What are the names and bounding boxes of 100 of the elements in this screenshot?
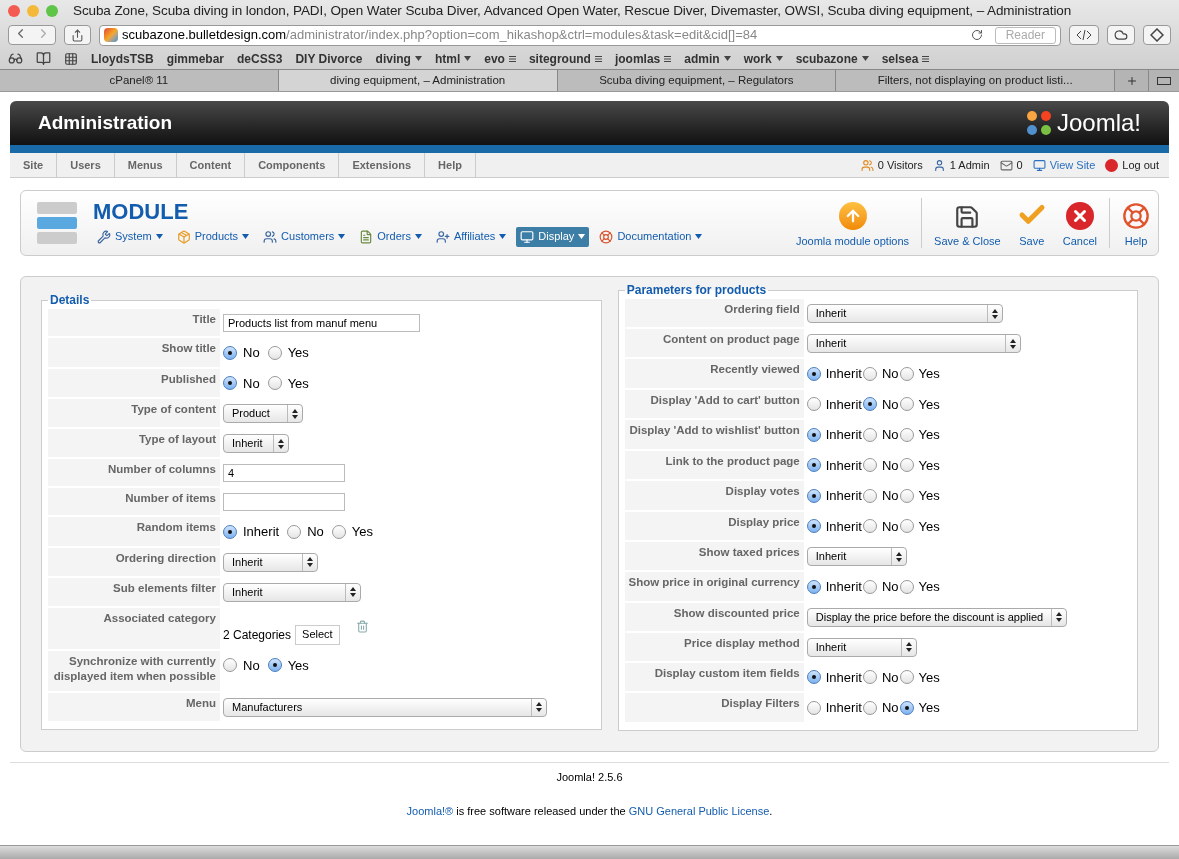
- bookmark-link[interactable]: work: [743, 49, 783, 68]
- browser-tab[interactable]: cPanel® 11: [0, 70, 279, 91]
- radio-button[interactable]: [899, 458, 914, 473]
- radio-button[interactable]: [899, 579, 914, 594]
- radio-button[interactable]: [899, 427, 914, 442]
- bookmark-link[interactable]: joomlas: [614, 49, 672, 68]
- radio-button[interactable]: [899, 366, 914, 381]
- toolbar-button[interactable]: Save & Close: [926, 197, 1009, 249]
- select-field[interactable]: Manufacturers: [223, 697, 547, 717]
- submenu-item[interactable]: Orders: [355, 226, 426, 247]
- select-field[interactable]: Inherit: [806, 304, 1003, 323]
- select-field[interactable]: Inherit: [223, 434, 289, 453]
- bookmarks-icon[interactable]: [36, 51, 51, 66]
- radio-button[interactable]: [862, 458, 877, 473]
- radio-button[interactable]: [267, 345, 282, 360]
- radio-button[interactable]: [862, 366, 877, 381]
- radio-button[interactable]: [862, 397, 877, 412]
- bookmark-link[interactable]: deCSS3: [237, 49, 283, 68]
- bookmark-link[interactable]: admin: [684, 49, 731, 68]
- submenu-item[interactable]: Affiliates: [431, 226, 511, 247]
- menu-item[interactable]: Extensions: [339, 153, 426, 177]
- select-field[interactable]: Inherit: [223, 552, 318, 572]
- select-field[interactable]: Inherit: [223, 582, 361, 602]
- submenu-item[interactable]: Customers: [259, 226, 350, 247]
- text-field[interactable]: Products list from manuf menu: [223, 314, 420, 332]
- radio-button[interactable]: [899, 700, 914, 715]
- status-item[interactable]: View Site: [1032, 156, 1096, 174]
- radio-button[interactable]: [331, 524, 346, 539]
- radio-button[interactable]: [862, 700, 877, 715]
- top-sites-icon[interactable]: [64, 51, 78, 66]
- bookmark-link[interactable]: scubazone: [795, 49, 869, 68]
- menu-item[interactable]: Components: [245, 153, 340, 177]
- menu-item[interactable]: Site: [10, 153, 58, 177]
- browser-tab[interactable]: diving equipment, – Administration: [278, 70, 558, 91]
- submenu-item[interactable]: Documentation: [595, 226, 707, 247]
- status-item[interactable]: 0 Visitors: [860, 156, 923, 174]
- radio-button[interactable]: [223, 524, 237, 539]
- radio-button[interactable]: [806, 366, 821, 381]
- status-item[interactable]: 0: [999, 156, 1023, 174]
- radio-button[interactable]: [806, 579, 821, 594]
- radio-button[interactable]: [806, 427, 821, 442]
- radio-button[interactable]: [223, 376, 237, 391]
- bookmark-link[interactable]: siteground: [528, 49, 602, 68]
- browser-tab[interactable]: Filters, not displaying on product listi...: [836, 70, 1115, 91]
- menu-item[interactable]: Menus: [114, 153, 177, 177]
- toolbar-button[interactable]: Joomla module options: [787, 197, 918, 249]
- submenu-item[interactable]: Products: [172, 226, 254, 247]
- toolbar-button[interactable]: Help: [1114, 197, 1158, 249]
- radio-button[interactable]: [287, 524, 302, 539]
- radio-button[interactable]: [267, 376, 282, 391]
- menu-item[interactable]: Help: [425, 153, 476, 177]
- address-bar[interactable]: scubazone.bulletdesign.com/administrator/index.php?option=com_hikashop&ctrl=modules&task=edit&cid[]=84 Reader: [99, 24, 1061, 46]
- radio-button[interactable]: [899, 670, 914, 685]
- radio-button[interactable]: [862, 519, 877, 534]
- reading-list-icon[interactable]: [8, 51, 23, 66]
- radio-button[interactable]: [862, 427, 877, 442]
- radio-button[interactable]: [806, 397, 821, 412]
- bookmark-link[interactable]: html: [434, 49, 472, 68]
- status-item[interactable]: Log out: [1105, 156, 1159, 174]
- joomla-link[interactable]: Joomla!®: [406, 805, 454, 817]
- select-field[interactable]: Inherit: [806, 637, 917, 657]
- radio-button[interactable]: [806, 519, 821, 534]
- text-field[interactable]: 4: [223, 464, 345, 482]
- select-button[interactable]: Select: [295, 624, 340, 645]
- radio-button[interactable]: [862, 488, 877, 503]
- bookmark-link[interactable]: DIY Divorce: [295, 49, 363, 68]
- radio-button[interactable]: [806, 488, 821, 503]
- select-field[interactable]: Display the price before the discount is applied: [806, 607, 1068, 627]
- trash-icon[interactable]: [355, 620, 369, 633]
- radio-button[interactable]: [806, 458, 821, 473]
- select-field[interactable]: Product: [223, 404, 303, 423]
- cloud-button[interactable]: [1107, 25, 1135, 45]
- radio-button[interactable]: [862, 670, 877, 685]
- bookmark-link[interactable]: evo: [484, 49, 516, 68]
- bookmark-link[interactable]: selsea: [881, 49, 930, 68]
- back-forward-button[interactable]: [8, 25, 56, 45]
- share-button[interactable]: [64, 25, 91, 45]
- radio-button[interactable]: [899, 519, 914, 534]
- radio-button[interactable]: [223, 658, 237, 673]
- radio-button[interactable]: [806, 670, 821, 685]
- toolbar-button[interactable]: Cancel: [1054, 197, 1105, 249]
- bookmark-link[interactable]: diving: [375, 49, 422, 68]
- text-field[interactable]: [223, 493, 345, 511]
- radio-button[interactable]: [223, 345, 237, 360]
- browser-tab[interactable]: Scuba diving equipment, – Regulators: [557, 70, 837, 91]
- bookmark-button[interactable]: [1143, 25, 1171, 45]
- code-button[interactable]: [1069, 25, 1099, 45]
- radio-button[interactable]: [267, 658, 282, 673]
- bookmark-link[interactable]: LloydsTSB: [91, 49, 154, 68]
- radio-button[interactable]: [899, 488, 914, 503]
- reload-icon[interactable]: [970, 29, 983, 41]
- radio-button[interactable]: [899, 397, 914, 412]
- submenu-item[interactable]: System: [93, 226, 167, 247]
- select-field[interactable]: Inherit: [806, 334, 1021, 353]
- toolbar-button[interactable]: Save: [1008, 197, 1055, 249]
- bookmark-link[interactable]: gimmebar: [166, 49, 225, 68]
- select-field[interactable]: Inherit: [806, 547, 907, 566]
- status-item[interactable]: 1 Admin: [932, 156, 990, 174]
- radio-button[interactable]: [862, 579, 877, 594]
- submenu-item[interactable]: Display: [516, 226, 590, 247]
